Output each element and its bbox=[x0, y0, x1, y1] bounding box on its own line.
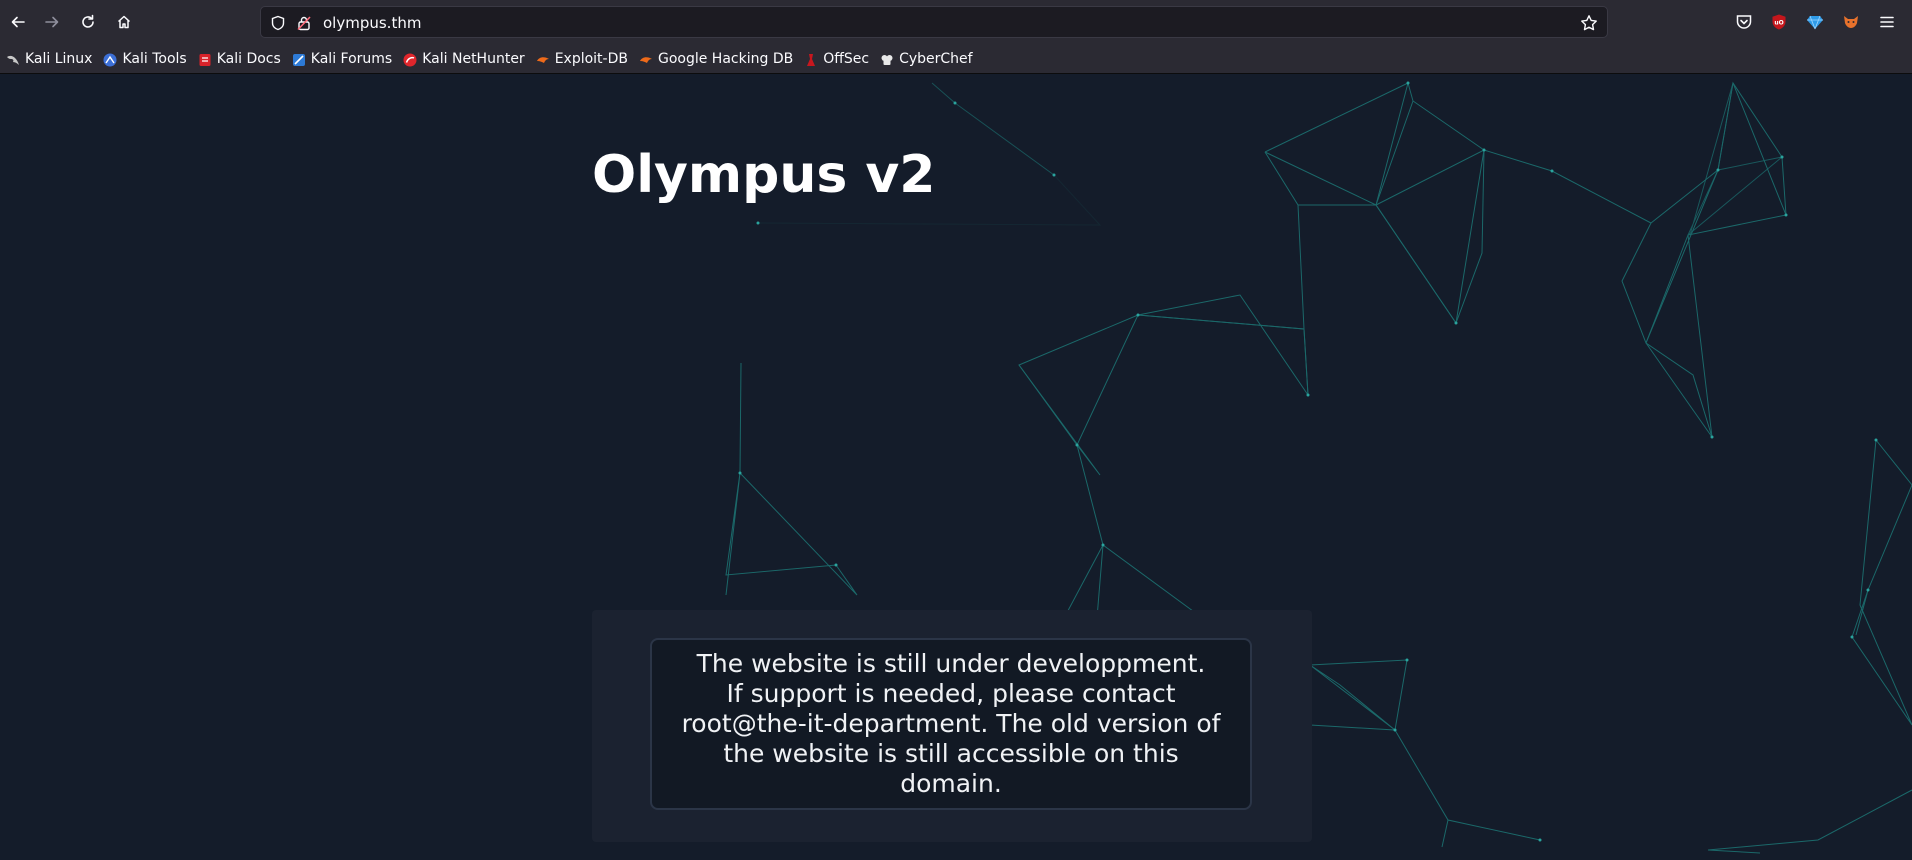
insecure-lock-icon[interactable] bbox=[295, 14, 313, 32]
back-arrow-icon bbox=[11, 16, 25, 28]
ublock-origin-icon[interactable]: uO bbox=[1767, 10, 1791, 34]
foxyproxy-icon[interactable] bbox=[1839, 10, 1863, 34]
home-button[interactable] bbox=[109, 8, 139, 36]
bookmarks-toolbar: Kali Linux Kali Tools Kali Docs Kali For… bbox=[0, 44, 1912, 74]
menu-hamburger-icon[interactable] bbox=[1875, 10, 1899, 34]
page-title: Olympus v2 bbox=[592, 145, 936, 205]
bookmark-kali-nethunter[interactable]: Kali NetHunter bbox=[403, 46, 525, 72]
cyberchef-icon bbox=[880, 52, 894, 66]
bookmark-label: Google Hacking DB bbox=[657, 50, 794, 67]
home-icon bbox=[117, 15, 131, 29]
bookmark-label: Kali Forums bbox=[310, 50, 393, 67]
bookmark-star-icon[interactable] bbox=[1579, 13, 1599, 33]
kali-tools-icon bbox=[103, 52, 117, 66]
back-button[interactable] bbox=[3, 8, 33, 36]
bookmark-label: Kali Linux bbox=[25, 50, 93, 67]
kali-docs-icon bbox=[198, 52, 212, 66]
kali-dragon-icon bbox=[6, 52, 20, 66]
bookmark-label: CyberChef bbox=[899, 50, 973, 67]
message-box: The website is still under developpment.… bbox=[650, 638, 1252, 810]
bookmark-google-hacking-db[interactable]: Google Hacking DB bbox=[639, 46, 793, 72]
svg-text:uO: uO bbox=[1774, 20, 1783, 27]
bookmark-label: Kali Docs bbox=[216, 50, 281, 67]
gem-extension-icon[interactable] bbox=[1803, 10, 1827, 34]
ghdb-icon bbox=[639, 52, 653, 66]
bookmark-kali-docs[interactable]: Kali Docs bbox=[198, 46, 281, 72]
notice-line: The website is still under developpment. bbox=[696, 649, 1206, 678]
browser-toolbar: olympus.thm uO bbox=[0, 0, 1912, 44]
forward-button[interactable] bbox=[37, 8, 67, 36]
message-panel: The website is still under developpment.… bbox=[592, 610, 1312, 842]
reload-button[interactable] bbox=[73, 8, 103, 36]
offsec-icon bbox=[804, 52, 818, 66]
bookmark-cyberchef[interactable]: CyberChef bbox=[880, 46, 973, 72]
notice-line: the website is still accessible on this … bbox=[723, 739, 1179, 798]
url-text[interactable]: olympus.thm bbox=[323, 14, 421, 32]
development-notice: The website is still under developpment.… bbox=[672, 649, 1230, 799]
tracking-protection-shield-icon[interactable] bbox=[269, 14, 287, 32]
kali-nethunter-icon bbox=[403, 52, 417, 66]
url-bar[interactable]: olympus.thm bbox=[260, 6, 1608, 38]
bookmark-kali-tools[interactable]: Kali Tools bbox=[103, 46, 187, 72]
bookmark-label: Kali Tools bbox=[122, 50, 187, 67]
bookmark-label: OffSec bbox=[823, 50, 870, 67]
exploit-db-icon bbox=[536, 52, 550, 66]
reload-icon bbox=[82, 14, 94, 28]
notice-line: If support is needed, please contact bbox=[726, 679, 1176, 708]
notice-line: root@the-it-department. The old version … bbox=[681, 709, 1221, 738]
bookmark-kali-forums[interactable]: Kali Forums bbox=[292, 46, 392, 72]
kali-forums-icon bbox=[292, 52, 306, 66]
page-content: Olympus v2 The website is still under de… bbox=[0, 75, 1912, 860]
bookmark-label: Kali NetHunter bbox=[422, 50, 525, 67]
bookmark-exploit-db[interactable]: Exploit-DB bbox=[536, 46, 628, 72]
bookmark-kali-linux[interactable]: Kali Linux bbox=[6, 46, 92, 72]
pocket-icon[interactable] bbox=[1732, 10, 1756, 34]
forward-arrow-icon bbox=[45, 16, 59, 28]
bookmark-offsec[interactable]: OffSec bbox=[804, 46, 869, 72]
bookmark-label: Exploit-DB bbox=[554, 50, 628, 67]
